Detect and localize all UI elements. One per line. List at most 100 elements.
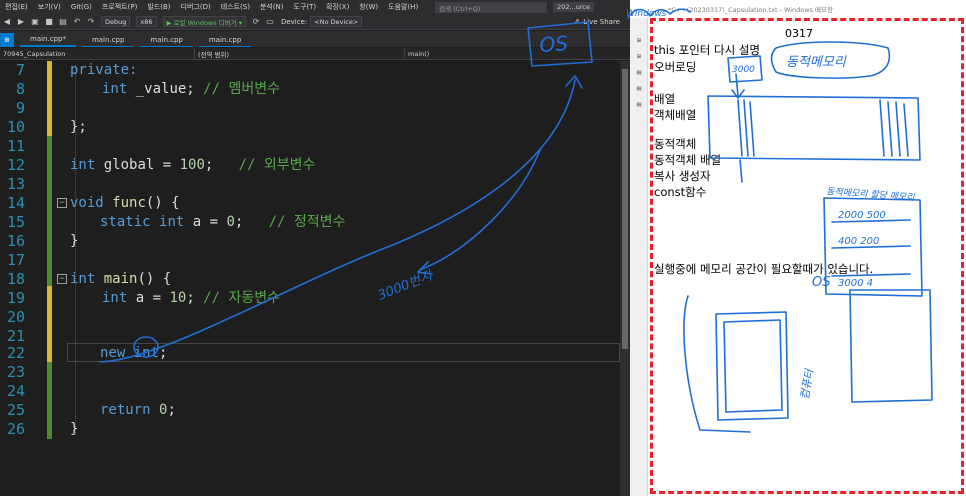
line-number: 26 [6,420,25,438]
code-text: int _value; // 멤버변수 [102,81,280,97]
undo-icon[interactable]: ↶ [72,17,82,27]
save-all-icon[interactable]: ▤ [58,17,68,27]
line-number: 24 [6,382,25,400]
code-line-19: 19 int a = 10; // 자동변수 [0,289,620,308]
code-text: return 0; [100,402,176,418]
notepad-window: *C++(20230317)_Capsulation.txt - Windows… [630,0,966,496]
collapse-toggle[interactable]: − [57,198,67,208]
device-select[interactable]: <No Device> [310,16,363,27]
tab-main-cpp-2[interactable]: main.cpp [81,33,135,47]
note-line: this 포인터 다시 설명 [654,43,761,57]
code-text: void func() { [70,195,180,211]
note-line: 실행중에 메모리 공간이 필요할때가 있습니다. [654,262,874,276]
start-debugging-button[interactable]: ▶ 로컬 Windows 디버거 ▾ [162,16,246,27]
note-line: 동적객체 [654,137,697,151]
forward-icon[interactable]: ▶ [16,17,26,27]
tab-main-cpp-3[interactable]: main.cpp [140,33,193,47]
menu-window[interactable]: 창(W) [354,2,383,12]
side-panel-strip: ⊞ ⊞ ▤ ▤ ▤ [630,18,648,496]
scope-dropdown[interactable]: (전역 범위) [195,48,405,59]
device-icon: ▭ [266,17,274,26]
strip-item[interactable]: ⊞ [632,38,646,44]
menu-extensions[interactable]: 확장(X) [321,2,354,12]
hot-reload-icon[interactable]: ⟳ [251,17,261,27]
menu-analyze[interactable]: 분석(N) [255,2,289,12]
line-number: 13 [6,175,25,193]
code-line-17: 17 [0,251,620,270]
new-file-icon[interactable]: ▣ [30,17,40,27]
menu-bar: 편집(E) 보기(V) Git(G) 프로젝트(P) 빌드(B) 디버그(D) … [0,0,630,14]
code-line-24: 24 [0,382,620,401]
live-share-button[interactable]: Live Share [583,18,620,26]
note-line: 배열 [654,92,676,106]
note-line: 오버로딩 [654,60,697,74]
menu-debug[interactable]: 디버그(D) [176,2,216,12]
back-icon[interactable]: ◀ [2,17,12,27]
line-number: 9 [15,99,25,117]
code-line-10: 10 }; [0,118,620,137]
notepad-title-bar: *C++(20230317)_Capsulation.txt - Windows… [630,0,966,18]
vertical-scrollbar[interactable] [620,61,630,496]
tab-main-cpp-modified[interactable]: main.cpp* [20,33,76,47]
navigation-bar: 70945_Capsulation (전역 범위) main() [0,48,630,60]
tab-main-cpp-4[interactable]: main.cpp [198,33,252,47]
code-line-16: 16 } [0,232,620,251]
member-dropdown[interactable]: main() [405,49,615,59]
platform-select[interactable]: x86 [136,16,157,27]
strip-item[interactable]: ▤ [632,102,646,108]
search-input[interactable]: 검색 (Ctrl+Q) [435,1,548,13]
line-number: 22 [6,344,25,362]
code-line-20: 20 [0,308,620,327]
line-number: 16 [6,232,25,250]
save-icon[interactable]: ■ [44,17,54,27]
code-editor[interactable]: 7 private: 8 int _value; // 멤버변수 9 10 };… [0,61,630,496]
strip-item[interactable]: ▤ [632,70,646,76]
line-number: 25 [6,401,25,419]
code-line-23: 23 [0,363,620,382]
code-text: } [70,233,79,249]
code-line-18: 18 − int main() { [0,270,620,289]
menu-edit[interactable]: 편집(E) [0,2,33,12]
menu-test[interactable]: 테스트(S) [216,2,255,12]
menu-git[interactable]: Git(G) [66,3,97,11]
menu-help[interactable]: 도움말(H) [383,2,423,12]
line-number: 7 [15,61,25,79]
code-text: int a = 10; // 자동변수 [102,290,280,306]
note-line: 객체배열 [654,108,697,122]
tab-strip: ⊕ main.cpp* main.cpp main.cpp main.cpp [0,31,630,47]
code-text: }; [70,119,87,135]
selection-dashed-border [650,18,964,494]
scrollbar-thumb[interactable] [622,69,628,349]
code-line-25: 25 return 0; [0,401,620,420]
code-line-9: 9 [0,99,620,118]
code-text: } [70,421,79,437]
code-line-22: 22 new int; [0,344,620,363]
live-share-icon[interactable]: ↗ [571,17,581,27]
menu-tools[interactable]: 도구(T) [289,2,322,12]
pin-icon[interactable]: ⊕ [0,33,14,47]
strip-item[interactable]: ▤ [632,86,646,92]
line-number: 12 [6,156,25,174]
menu-project[interactable]: 프로젝트(P) [97,2,142,12]
code-line-11: 11 [0,137,620,156]
code-line-14: 14 − void func() { [0,194,620,213]
collapse-toggle[interactable]: − [57,274,67,284]
note-line: 복사 생성자 [654,169,711,183]
line-number: 8 [15,80,25,98]
line-number: 19 [6,289,25,307]
strip-item[interactable]: ⊞ [632,54,646,60]
line-number: 18 [6,270,25,288]
note-line: const함수 [654,185,707,199]
menu-view[interactable]: 보기(V) [33,2,66,12]
redo-icon[interactable]: ↷ [86,17,96,27]
code-line-12: 12 int global = 100; // 외부변수 [0,156,620,175]
line-number: 14 [6,194,25,212]
toolbar: ◀ ▶ ▣ ■ ▤ ↶ ↷ Debug x86 ▶ 로컬 Windows 디버거… [0,14,630,30]
line-number: 15 [6,213,25,231]
menu-build[interactable]: 빌드(B) [142,2,175,12]
configuration-select[interactable]: Debug [101,16,131,27]
note-line: 동적객체 배열 [654,153,722,167]
project-dropdown[interactable]: 70945_Capsulation [0,48,195,59]
code-line-26: 26 } [0,420,620,439]
solution-name: 202...urce [553,2,594,12]
